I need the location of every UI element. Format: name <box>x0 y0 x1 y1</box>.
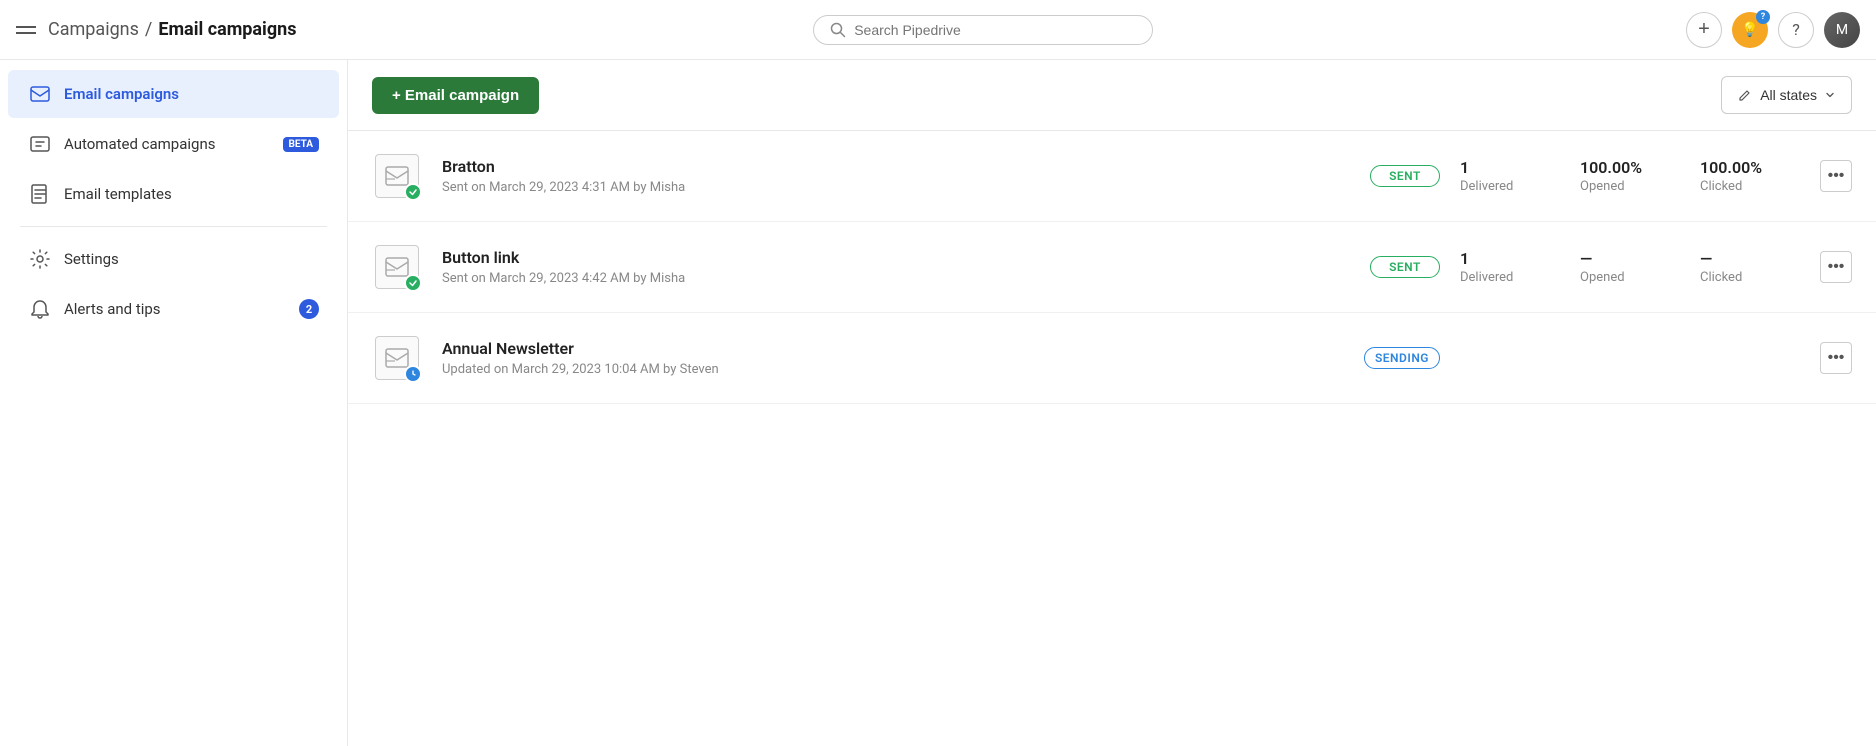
campaign-meta: Updated on March 29, 2023 10:04 AM by St… <box>442 362 1344 377</box>
clicked-value: 100.00% <box>1700 158 1800 177</box>
campaign-info: Bratton Sent on March 29, 2023 4:31 AM b… <box>442 157 1350 195</box>
layout: Email campaigns Automated campaigns BETA… <box>0 60 1876 746</box>
campaign-icon-wrap <box>372 151 422 201</box>
beta-badge: BETA <box>283 137 320 152</box>
alerts-badge: 2 <box>299 299 319 319</box>
search-bar[interactable] <box>813 15 1153 45</box>
campaign-stat-opened: 100.00% Opened <box>1580 158 1680 194</box>
avatar[interactable]: M <box>1824 12 1860 48</box>
search-icon <box>830 22 846 38</box>
clicked-label: Clicked <box>1700 270 1800 285</box>
campaign-status-badge: SENT <box>1370 165 1440 187</box>
campaign-stat-clicked: 100.00% Clicked <box>1700 158 1800 194</box>
campaign-list: Bratton Sent on March 29, 2023 4:31 AM b… <box>348 131 1876 404</box>
opened-value: — <box>1580 249 1680 268</box>
global-add-button[interactable]: + <box>1686 12 1722 48</box>
add-campaign-label: + Email campaign <box>392 87 519 104</box>
clicked-label: Clicked <box>1700 179 1800 194</box>
breadcrumb: Campaigns / Email campaigns <box>48 19 296 40</box>
campaign-more-button[interactable]: ••• <box>1820 342 1852 374</box>
sidebar-item-automated-campaigns[interactable]: Automated campaigns BETA <box>8 120 339 168</box>
campaign-icon-wrap <box>372 242 422 292</box>
delivered-count: 1 <box>1460 249 1560 268</box>
sidebar-item-email-templates[interactable]: Email templates <box>8 170 339 218</box>
campaign-more-button[interactable]: ••• <box>1820 160 1852 192</box>
campaign-status-badge: SENT <box>1370 256 1440 278</box>
delivered-label: Delivered <box>1460 179 1560 194</box>
chevron-down-icon <box>1825 90 1835 100</box>
help-button[interactable]: ? <box>1778 12 1814 48</box>
status-dot-sending <box>404 365 422 383</box>
campaign-stat-clicked: — Clicked <box>1700 249 1800 285</box>
table-row: Bratton Sent on March 29, 2023 4:31 AM b… <box>348 131 1876 222</box>
campaign-status-badge: SENDING <box>1364 347 1440 369</box>
all-states-button[interactable]: All states <box>1721 76 1852 114</box>
sidebar-divider <box>20 226 327 227</box>
top-nav: Campaigns / Email campaigns + 💡 ? ? M <box>0 0 1876 60</box>
main-header: + Email campaign All states <box>348 60 1876 131</box>
campaign-meta: Sent on March 29, 2023 4:31 AM by Misha <box>442 180 1350 195</box>
settings-icon <box>28 247 52 271</box>
add-campaign-button[interactable]: + Email campaign <box>372 77 539 114</box>
opened-value: 100.00% <box>1580 158 1680 177</box>
status-dot-sent <box>404 274 422 292</box>
campaign-stat-opened: — Opened <box>1580 249 1680 285</box>
sidebar: Email campaigns Automated campaigns BETA… <box>0 60 348 746</box>
campaign-info: Button link Sent on March 29, 2023 4:42 … <box>442 248 1350 286</box>
sidebar-item-label: Automated campaigns <box>64 135 267 153</box>
table-row: Annual Newsletter Updated on March 29, 2… <box>348 313 1876 404</box>
table-row: Button link Sent on March 29, 2023 4:42 … <box>348 222 1876 313</box>
campaign-name: Bratton <box>442 157 1350 176</box>
avatar-initials: M <box>1824 12 1860 48</box>
opened-label: Opened <box>1580 179 1680 194</box>
email-campaigns-icon <box>28 82 52 106</box>
campaign-icon-wrap <box>372 333 422 383</box>
main-content: + Email campaign All states <box>348 60 1876 746</box>
sidebar-item-label: Email campaigns <box>64 85 319 103</box>
sidebar-item-alerts-and-tips[interactable]: Alerts and tips 2 <box>8 285 339 333</box>
breadcrumb-parent[interactable]: Campaigns <box>48 19 139 40</box>
tips-badge: ? <box>1756 10 1770 24</box>
menu-icon[interactable] <box>16 26 36 34</box>
search-input[interactable] <box>854 22 1136 38</box>
campaign-stat-delivered: 1 Delivered <box>1460 249 1560 285</box>
sidebar-item-label: Email templates <box>64 185 319 203</box>
delivered-count: 1 <box>1460 158 1560 177</box>
nav-actions: + 💡 ? ? M <box>1686 12 1860 48</box>
status-dot-sent <box>404 183 422 201</box>
campaign-meta: Sent on March 29, 2023 4:42 AM by Misha <box>442 271 1350 286</box>
opened-label: Opened <box>1580 270 1680 285</box>
tips-button[interactable]: 💡 ? <box>1732 12 1768 48</box>
campaign-stat-delivered: 1 Delivered <box>1460 158 1560 194</box>
sidebar-item-settings[interactable]: Settings <box>8 235 339 283</box>
campaign-more-button[interactable]: ••• <box>1820 251 1852 283</box>
clicked-value: — <box>1700 249 1800 268</box>
delivered-label: Delivered <box>1460 270 1560 285</box>
alerts-icon <box>28 297 52 321</box>
breadcrumb-separator: / <box>145 19 152 40</box>
automated-campaigns-icon <box>28 132 52 156</box>
campaign-info: Annual Newsletter Updated on March 29, 2… <box>442 339 1344 377</box>
all-states-label: All states <box>1760 87 1817 103</box>
sidebar-item-label: Settings <box>64 250 319 268</box>
pencil-icon <box>1738 88 1752 102</box>
campaign-name: Annual Newsletter <box>442 339 1344 358</box>
sidebar-item-email-campaigns[interactable]: Email campaigns <box>8 70 339 118</box>
breadcrumb-current: Email campaigns <box>158 19 296 40</box>
email-templates-icon <box>28 182 52 206</box>
campaign-name: Button link <box>442 248 1350 267</box>
sidebar-item-label: Alerts and tips <box>64 300 287 318</box>
